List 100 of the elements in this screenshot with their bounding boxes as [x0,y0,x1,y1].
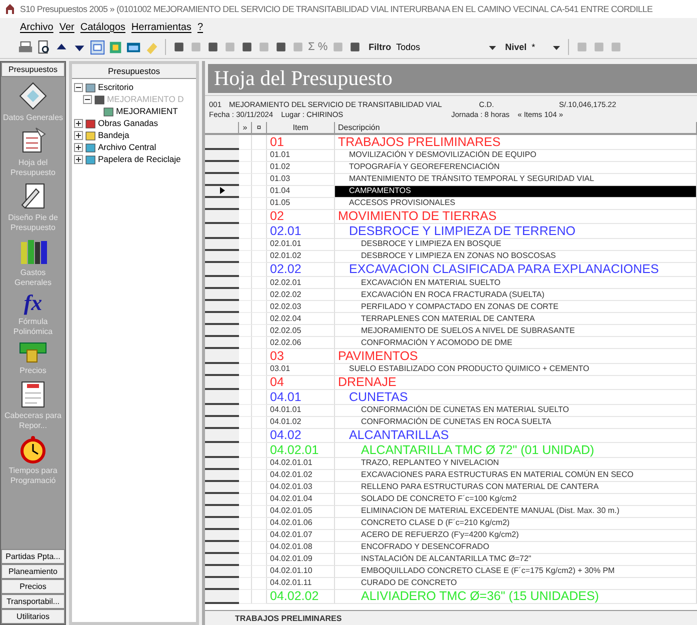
row-header[interactable] [205,428,239,443]
item-cell: 04.01 [267,390,335,404]
row-header[interactable] [205,238,239,250]
grid-cell [239,262,252,277]
section-button[interactable]: Utilitarios [1,609,65,624]
description-cell: TOPOGRAFÍA Y GEOREFERENCIACIÓN [335,162,697,174]
description-cell: DRENAJE [335,376,697,390]
tree-item[interactable]: Escritorio [98,82,134,92]
collapse-icon[interactable] [74,82,83,92]
printer-icon[interactable] [18,40,33,54]
row-header[interactable] [205,210,239,224]
column-header[interactable]: Item [267,122,335,135]
column-header[interactable]: ¤ [252,122,267,135]
row-header[interactable] [205,554,239,566]
tree-item[interactable]: Obras Ganadas [98,118,158,128]
row-header[interactable] [205,364,239,376]
row-header[interactable] [205,566,239,578]
row-header[interactable] [205,470,239,482]
grid-cell [239,210,252,224]
level-dropdown[interactable]: * [530,42,562,52]
column-header[interactable]: Descripción [335,122,697,135]
row-header[interactable] [205,135,239,150]
tree-item[interactable]: Bandeja [98,130,130,140]
row-header[interactable] [205,150,239,162]
grid-cell [239,443,252,458]
row-header[interactable] [205,325,239,337]
grid-cell [239,482,252,494]
row-header[interactable] [205,494,239,506]
section-button[interactable]: Transportabil... [1,594,65,609]
collapse-icon[interactable] [83,94,92,104]
item-cell: 04.01.02 [267,416,335,428]
caret-icon [489,44,496,50]
formula-icon[interactable]: fx [24,291,42,315]
row-header[interactable] [205,443,239,458]
row-header[interactable] [205,530,239,542]
menu-item[interactable]: Archivo [20,22,54,32]
row-header[interactable] [205,376,239,390]
description-cell: DESBROCE Y LIMPIEZA DE TERRENO [335,224,697,238]
item-cell: 01.05 [267,198,335,210]
section-button[interactable]: Partidas Ppta... [1,549,65,564]
row-header[interactable] [205,349,239,364]
menu-item[interactable]: ? [197,22,203,32]
row-header[interactable] [205,390,239,404]
grid-cell [239,150,252,162]
sidebar-header[interactable]: Presupuestos [1,62,65,77]
item-cell: 04.02.01.11 [267,578,335,590]
row-header[interactable] [205,578,239,590]
row-header[interactable] [205,416,239,428]
column-header[interactable]: » [239,122,252,135]
money-icon[interactable] [18,340,48,364]
expand-icon[interactable] [74,154,83,164]
tree-item[interactable]: MEJORAMIENT [116,106,178,116]
grid-cell [239,174,252,186]
description-cell: CURADO DE CONCRETO [335,578,697,590]
row-header[interactable] [205,277,239,289]
row-header[interactable] [205,262,239,277]
row-header[interactable] [205,301,239,313]
row-header[interactable] [205,337,239,349]
row-header[interactable] [205,482,239,494]
menu-item[interactable]: Catálogos [80,22,126,32]
grid-cell [239,390,252,404]
expand-icon[interactable] [74,118,83,128]
row-header[interactable] [205,518,239,530]
description-cell: TERRAPLENES CON MATERIAL DE CANTERA [335,313,697,325]
list-view-icon[interactable] [90,40,105,54]
row-header[interactable] [205,198,239,210]
section-button[interactable]: Precios [1,579,65,594]
row-header[interactable] [205,289,239,301]
tree-item[interactable]: Archivo Central [98,142,156,152]
row-header[interactable] [205,162,239,174]
toolbar-glyph[interactable]: % [318,41,328,53]
item-cell: 03 [267,349,335,364]
grid-view-icon[interactable] [108,40,123,54]
row-header[interactable] [205,186,239,198]
toolbar-glyph[interactable]: Σ [308,41,315,53]
window-title: S10 Presupuestos 2005 » (0101002 MEJORAMIENTO DEL SERVICIO DE TRANSITABILIDAD VIAL INTERURBANA EN EL CAMINO VECINAL CA-541 ENTRE CORDILLE [20,4,653,14]
expand-icon[interactable] [74,142,83,152]
item-cell: 04.02.01.05 [267,506,335,518]
row-header[interactable] [205,458,239,470]
row-header[interactable] [205,542,239,554]
description-cell: ALCANTARILLAS [335,428,697,443]
row-header[interactable] [205,506,239,518]
alarm-clock-icon[interactable] [18,434,48,464]
row-header[interactable] [205,313,239,325]
tree-item[interactable]: Papelera de Reciclaje [98,154,181,164]
description-cell: EXCAVACIÓN EN MATERIAL SUELTO [335,277,697,289]
preview-icon[interactable] [36,40,51,54]
description-cell: CUNETAS [335,390,697,404]
row-header[interactable] [205,224,239,238]
row-header[interactable] [205,404,239,416]
grid-cell [239,364,252,376]
description-cell: CONFORMACIÓN DE CUNETAS EN ROCA SUELTA [335,416,697,428]
section-button[interactable]: Planeamiento [1,564,65,579]
menu-item[interactable]: Ver [59,22,74,32]
filter-dropdown[interactable]: Todos [394,42,498,52]
row-header[interactable] [205,250,239,262]
menu-item[interactable]: Herramientas [131,22,192,32]
expand-icon[interactable] [74,130,83,140]
row-header[interactable] [205,174,239,186]
row-header[interactable] [205,590,239,604]
